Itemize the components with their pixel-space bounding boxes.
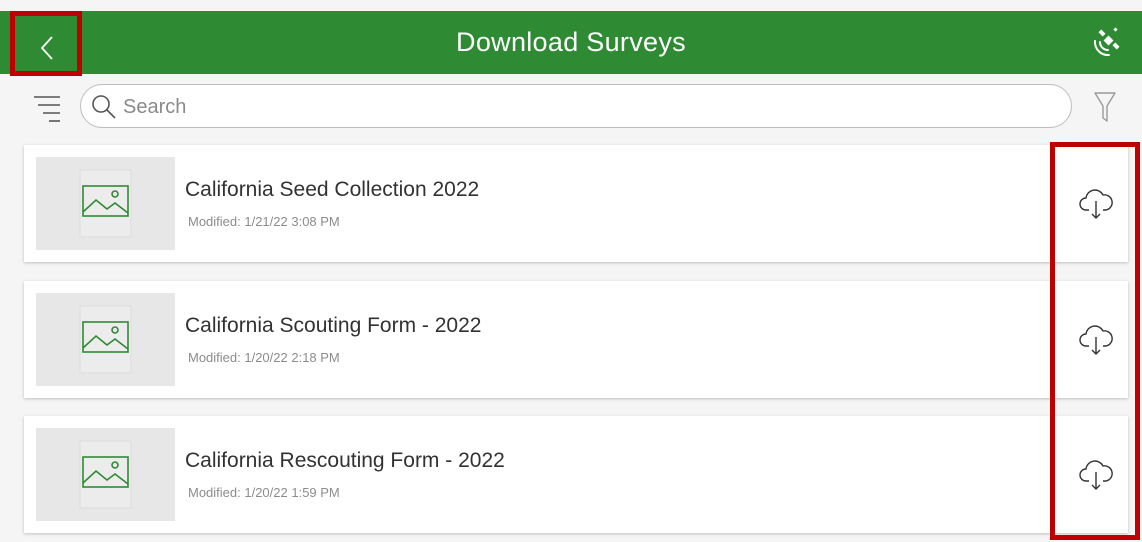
survey-title: California Rescouting Form - 2022	[185, 449, 505, 472]
cloud-download-icon[interactable]	[1078, 185, 1114, 221]
image-placeholder-icon	[82, 185, 129, 217]
survey-title: California Seed Collection 2022	[185, 178, 480, 201]
survey-title: California Scouting Form - 2022	[185, 314, 482, 337]
survey-modified-date: Modified: 1/20/22 2:18 PM	[188, 350, 340, 365]
survey-card[interactable]: California Scouting Form - 2022 Modified…	[24, 281, 1128, 398]
survey-modified-date: Modified: 1/20/22 1:59 PM	[188, 485, 340, 500]
image-placeholder-icon	[82, 321, 129, 353]
survey-thumbnail	[36, 428, 175, 521]
survey-thumbnail	[36, 157, 175, 250]
survey-card[interactable]: California Seed Collection 2022 Modified…	[24, 145, 1128, 262]
survey-thumbnail	[36, 293, 175, 386]
image-placeholder-icon	[82, 456, 129, 488]
survey-modified-date: Modified: 1/21/22 3:08 PM	[188, 214, 340, 229]
cloud-download-icon[interactable]	[1078, 456, 1114, 492]
survey-list: California Seed Collection 2022 Modified…	[0, 0, 1142, 542]
cloud-download-icon[interactable]	[1078, 321, 1114, 357]
survey-card[interactable]: California Rescouting Form - 2022 Modifi…	[24, 416, 1128, 533]
